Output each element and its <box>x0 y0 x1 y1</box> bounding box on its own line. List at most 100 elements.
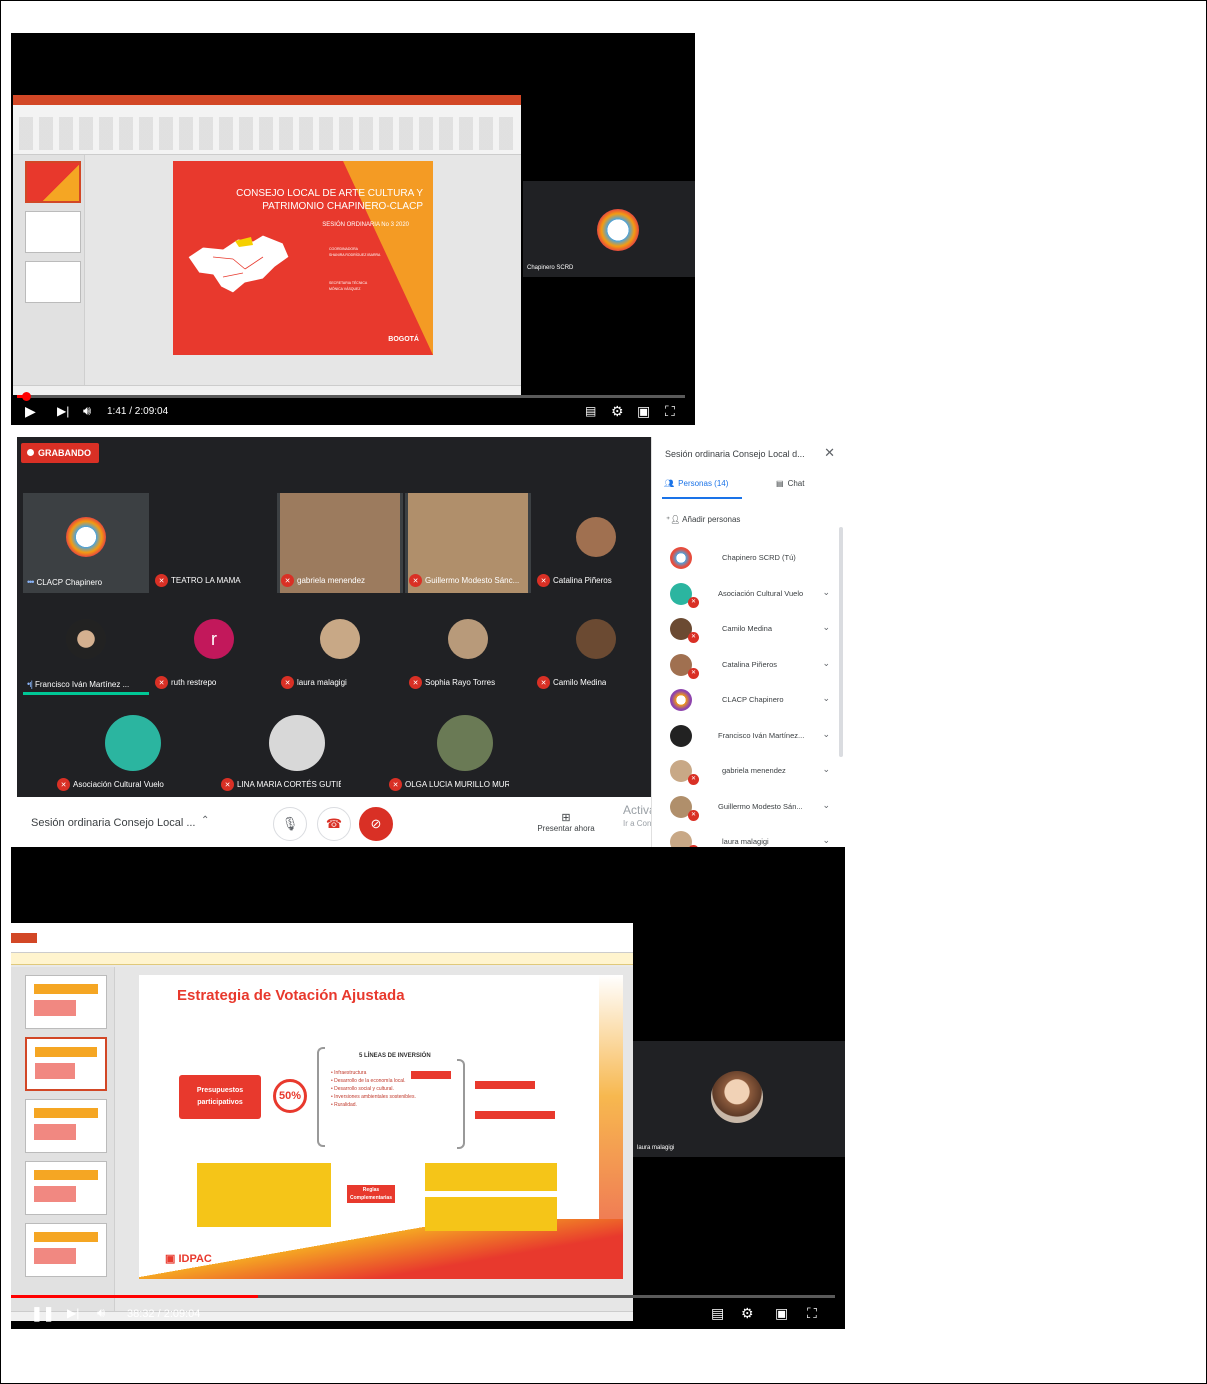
more-icon: ••• <box>27 577 35 587</box>
chevron-down-icon[interactable]: ⌄ <box>822 729 830 740</box>
participant-name: ✕ Sophia Rayo Torres <box>409 676 495 689</box>
screenshot-collage: CONSEJO LOCAL DE ARTE CULTURA Y PATRIMON… <box>0 0 1207 1384</box>
participant-tile[interactable]: ✕ laura malagigi <box>277 595 403 695</box>
avatar <box>670 689 692 711</box>
slide-thumb[interactable] <box>25 1223 107 1277</box>
avatar <box>711 1071 763 1123</box>
participant-name: ••• CLACP Chapinero <box>27 577 103 587</box>
avatar <box>670 724 692 747</box>
participant-tile[interactable]: ✕ Camilo Medina <box>533 595 659 695</box>
avatar <box>66 619 106 659</box>
mic-off-icon: ✕ <box>688 809 699 821</box>
mic-off-icon: ✕ <box>688 596 699 608</box>
ppt-body: CONSEJO LOCAL DE ARTE CULTURA Y PATRIMON… <box>13 155 521 385</box>
miniplayer-icon[interactable]: ▣ <box>637 403 650 419</box>
chevron-down-icon[interactable]: ⌄ <box>822 622 830 633</box>
video-player-2[interactable]: Estrategia de Votación Ajustada Presupue… <box>11 847 845 1329</box>
avatar <box>576 517 616 557</box>
reglas-box: Reglas Complementarias <box>347 1185 395 1203</box>
progress-bar[interactable] <box>11 1295 835 1298</box>
participant-tile[interactable]: ✕ gabriela menendez <box>277 493 403 593</box>
participant-list-item[interactable]: ✕ Camilo Medina ⌄ <box>666 614 836 650</box>
coordinator-name: SHANIRA RODRÍGUEZ IBARRA <box>329 253 381 257</box>
close-icon[interactable]: ✕ <box>824 445 835 461</box>
participant-list-item[interactable]: Chapinero SCRD (Tú) <box>666 543 836 579</box>
tab-chat[interactable]: ▤ Chat <box>776 479 804 488</box>
microphone-button[interactable]: 🎙︎ <box>273 807 307 841</box>
avatar <box>448 619 488 659</box>
chevron-down-icon[interactable]: ⌄ <box>822 764 830 775</box>
slide-thumb[interactable] <box>25 211 81 253</box>
chevron-down-icon[interactable]: ⌄ <box>822 693 830 704</box>
chevron-down-icon[interactable]: ⌄ <box>822 587 830 598</box>
gear-icon[interactable]: ⚙ <box>741 1305 754 1321</box>
url-bar <box>11 425 845 437</box>
participant-tile[interactable]: ✕ Guillermo Modesto Sánc... <box>405 493 531 593</box>
participant-tile[interactable]: •ı| Francisco Iván Martínez ... <box>23 595 149 695</box>
miniplayer-icon[interactable]: ▣ <box>775 1305 788 1321</box>
participant-tile[interactable]: ✕OLGA LUCIA MURILLO MURCIA <box>385 697 545 797</box>
slide-thumb[interactable] <box>25 161 81 203</box>
participant-list-item[interactable]: ✕ Asociación Cultural Vuelo ⌄ <box>666 579 836 615</box>
participant-list-item[interactable]: ✕laura malagigi⌄ <box>666 827 836 847</box>
participant-tile[interactable]: r ✕ ruth restrepo <box>151 595 277 695</box>
volume-icon[interactable]: 🔊︎ <box>83 403 91 419</box>
hangup-button[interactable]: ☎ <box>317 807 351 841</box>
scrollbar[interactable] <box>839 527 843 757</box>
present-now-button[interactable]: ⊞ Presentar ahora <box>531 811 601 833</box>
chevron-down-icon[interactable]: ⌄ <box>822 658 830 669</box>
chevron-up-icon[interactable]: ⌃ <box>201 815 209 826</box>
subtitles-icon[interactable]: ▤ <box>711 1305 724 1321</box>
fullscreen-icon[interactable]: ⛶ <box>807 1305 817 1321</box>
participant-name: Chapinero SCRD <box>527 265 574 271</box>
slide-thumb[interactable] <box>25 261 81 303</box>
secretary-name: MÓNICA VÁSQUEZ <box>329 287 361 291</box>
next-icon[interactable]: ▶| <box>67 1305 79 1321</box>
slide-thumbnails <box>13 155 85 385</box>
play-icon[interactable]: ▶ <box>25 403 36 419</box>
participant-tile[interactable]: ✕ Catalina Piñeros <box>533 493 659 593</box>
people-icon: 👥︎ <box>664 479 675 488</box>
participant-tile[interactable]: ✕ Asociación Cultural Vuelo <box>53 697 213 797</box>
mic-off-icon: ✕ <box>155 574 168 587</box>
participant-name: Camilo Medina <box>722 624 773 633</box>
slide-thumb[interactable] <box>25 975 107 1029</box>
participant-list-item[interactable]: ✕ Guillermo Modesto Sán... ⌄ <box>666 792 836 828</box>
bullet-item: • Inversiones ambientales sostenibles. <box>331 1094 416 1100</box>
chevron-down-icon[interactable]: ⌄ <box>822 800 830 811</box>
participant-list-item[interactable]: CLACP Chapinero ⌄ <box>666 685 836 721</box>
participant-name: ✕ TEATRO LA MAMA <box>155 574 241 587</box>
mic-off-icon: ✕ <box>409 574 422 587</box>
participant-tile[interactable]: ••• CLACP Chapinero <box>23 493 149 593</box>
avatar <box>320 619 360 659</box>
fullscreen-icon[interactable]: ⛶ <box>665 403 675 419</box>
participant-tile[interactable]: ✕ Sophia Rayo Torres <box>405 595 531 695</box>
next-icon[interactable]: ▶| <box>57 403 69 419</box>
bullet-item: • Ruralidad. <box>331 1102 357 1108</box>
participant-list-item[interactable]: ✕ Catalina Piñeros ⌄ <box>666 650 836 686</box>
gear-icon[interactable]: ⚙ <box>611 403 624 419</box>
time-display: 38:32 / 2:09:04 <box>127 1308 201 1320</box>
video-player-1[interactable]: CONSEJO LOCAL DE ARTE CULTURA Y PATRIMON… <box>11 33 695 425</box>
slide-thumb[interactable] <box>25 1099 107 1153</box>
mic-off-icon: ✕ <box>155 676 168 689</box>
slide-thumb[interactable] <box>25 1161 107 1215</box>
progress-bar[interactable] <box>17 392 685 401</box>
slide-thumb[interactable] <box>25 1037 107 1091</box>
add-people-button[interactable]: ⁺👤︎ Añadir personas <box>666 515 740 524</box>
camera-off-button[interactable]: ⊘ <box>359 807 393 841</box>
protected-view-bar <box>11 953 633 965</box>
chevron-down-icon[interactable]: ⌄ <box>822 835 830 846</box>
participant-tile[interactable]: ✕LINA MARIA CORTÉS GUTIÉRREZ <box>217 697 377 797</box>
participant-tile[interactable]: ✕ TEATRO LA MAMA <box>151 493 277 593</box>
ppt-ribbon <box>11 933 633 953</box>
participant-list-item[interactable]: Francisco Iván Martínez... ⌄ <box>666 721 836 757</box>
tab-people[interactable]: 👥︎ Personas (14) <box>664 479 728 488</box>
bullet-item: • Desarrollo social y cultural. <box>331 1086 394 1092</box>
volume-icon[interactable]: 🔊︎ <box>97 1305 105 1321</box>
participant-list-item[interactable]: ✕ gabriela menendez ⌄ <box>666 756 836 792</box>
meeting-title[interactable]: Sesión ordinaria Consejo Local ... <box>31 817 195 829</box>
pause-icon[interactable]: ❚❚ <box>31 1305 54 1321</box>
subtitles-icon[interactable]: ▤ <box>585 403 596 419</box>
ppt-titlebar <box>11 923 633 933</box>
